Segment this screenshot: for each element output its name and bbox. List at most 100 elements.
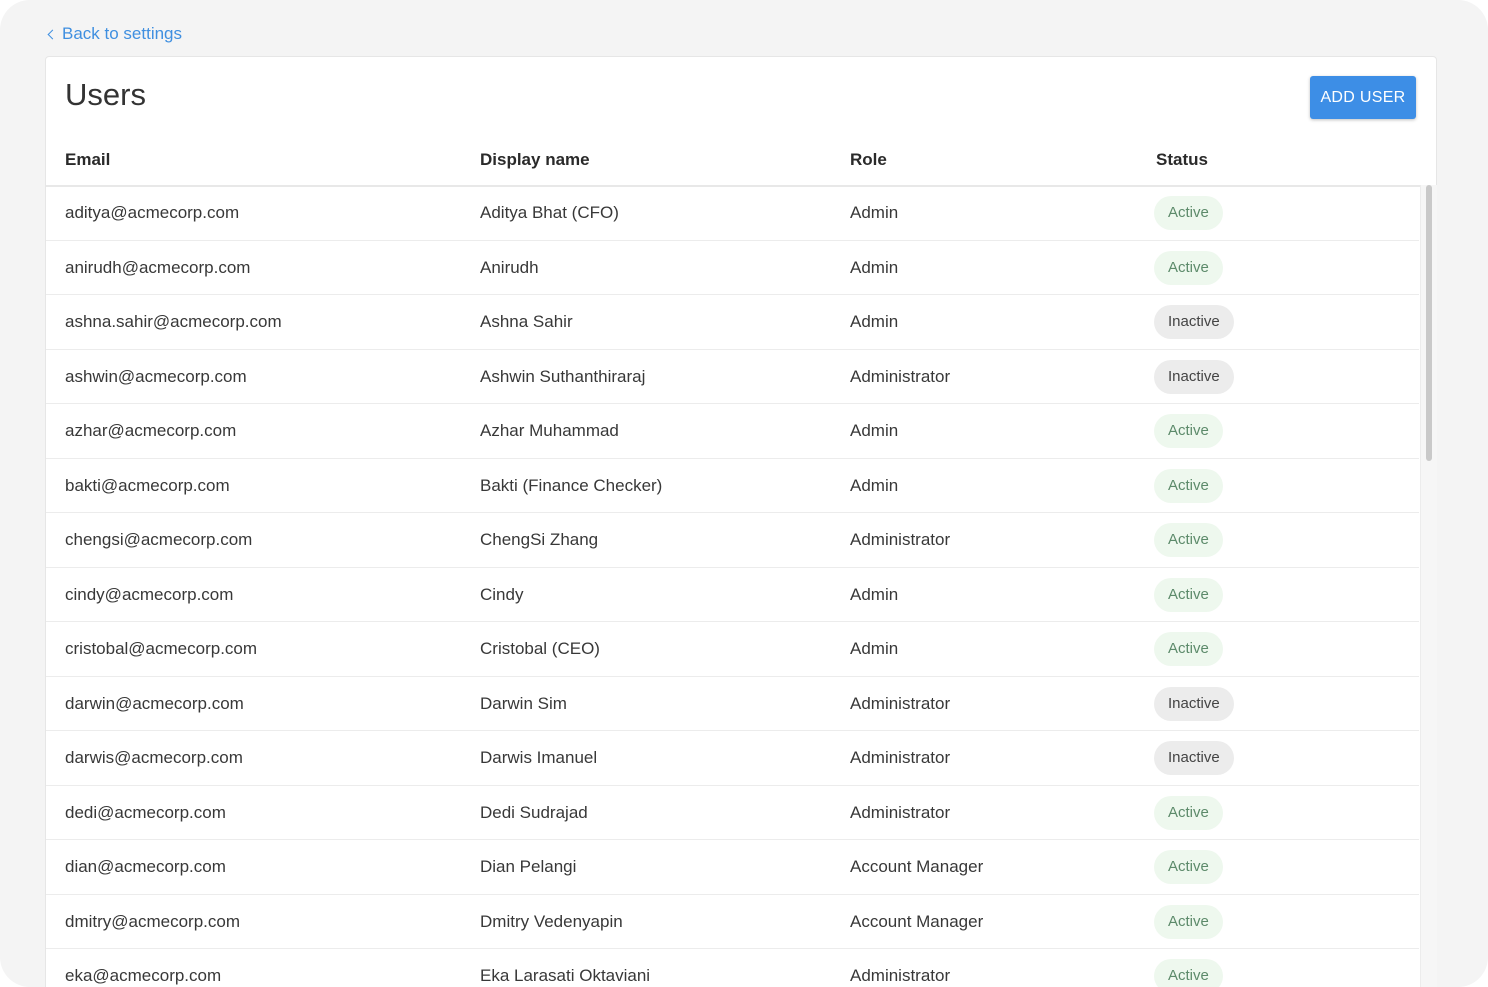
cell-role: Admin xyxy=(850,584,899,604)
cell-role: Administrator xyxy=(850,748,951,767)
status-badge: Active xyxy=(1154,468,1223,503)
cell-display-name: Cindy xyxy=(480,584,524,604)
cell-email: dian@acmecorp.com xyxy=(65,857,226,876)
cell-display-name: Dian Pelangi xyxy=(480,857,577,876)
table-row[interactable]: eka@acmecorp.com Eka Larasati Oktaviani Ad… xyxy=(46,949,1419,987)
chevron-left-icon xyxy=(47,29,58,40)
cell-email: ashwin@acmecorp.com xyxy=(65,366,247,386)
cell-status: Active xyxy=(1154,577,1223,612)
table-row[interactable]: aditya@acmecorp.com Aditya Bhat (CFO) Admi… xyxy=(46,186,1419,241)
table-row[interactable]: cristobal@acmecorp.com Cristobal (CEO) Adm… xyxy=(46,622,1419,677)
status-badge: Active xyxy=(1154,414,1223,448)
cell-email: darwin@acmecorp.com xyxy=(65,693,244,713)
cell-status: Inactive xyxy=(1154,686,1234,721)
cell-status: Active xyxy=(1154,850,1223,884)
cell-display-name: Darwin Sim xyxy=(480,693,567,713)
status-badge: Active xyxy=(1154,196,1223,230)
cell-role: Admin xyxy=(850,421,899,440)
cell-status: Active xyxy=(1154,904,1223,939)
cell-email: azhar@acmecorp.com xyxy=(65,421,237,440)
cell-display-name: Dmitry Vedenyapin xyxy=(480,911,623,931)
column-header-email[interactable]: Email xyxy=(65,150,110,170)
cell-display-name: Dedi Sudrajad xyxy=(480,802,588,822)
app-frame: Back to settings Users ADD USER Email Di… xyxy=(0,0,1488,987)
status-badge: Active xyxy=(1154,850,1223,884)
cell-display-name: Bakti (Finance Checker) xyxy=(480,475,663,495)
table-header: Email Display name Role Status xyxy=(46,131,1436,187)
cell-status: Active xyxy=(1154,196,1223,230)
cell-role: Administrator xyxy=(850,966,951,985)
page-title: Users xyxy=(65,77,146,112)
column-header-role[interactable]: Role xyxy=(850,150,887,170)
table-row[interactable]: bakti@acmecorp.com Bakti (Finance Checker… xyxy=(46,459,1419,513)
cell-status: Active xyxy=(1154,250,1223,285)
users-table-body: aditya@acmecorp.com Aditya Bhat (CFO) Admi… xyxy=(46,186,1419,987)
status-badge: Active xyxy=(1154,795,1223,830)
table-row[interactable]: azhar@acmecorp.com Azhar Muhammad Admin Act… xyxy=(46,404,1419,459)
cell-display-name: Azhar Muhammad xyxy=(480,421,619,440)
status-badge: Active xyxy=(1154,904,1223,939)
cell-status: Active xyxy=(1154,632,1223,666)
status-badge: Inactive xyxy=(1154,686,1234,721)
table-scrollbar[interactable] xyxy=(1420,185,1437,987)
cell-email: dmitry@acmecorp.com xyxy=(65,911,241,931)
cell-status: Inactive xyxy=(1154,305,1234,339)
cell-email: darwis@acmecorp.com xyxy=(65,748,243,767)
cell-display-name: Ashna Sahir xyxy=(480,312,573,331)
cell-email: aditya@acmecorp.com xyxy=(65,203,240,222)
cell-role: Admin xyxy=(850,639,899,658)
column-header-display-name[interactable]: Display name xyxy=(480,150,590,170)
cell-status: Active xyxy=(1154,468,1223,503)
status-badge: Inactive xyxy=(1154,359,1234,394)
cell-status: Active xyxy=(1154,414,1223,448)
table-row[interactable]: ashna.sahir@acmecorp.com Ashna Sahir Admin… xyxy=(46,295,1419,350)
status-badge: Inactive xyxy=(1154,741,1234,775)
cell-role: Administrator xyxy=(850,366,951,386)
cell-status: Inactive xyxy=(1154,359,1234,394)
users-card: Users ADD USER Email Display name Role S… xyxy=(45,56,1437,987)
table-row[interactable]: ashwin@acmecorp.com Ashwin Suthanthiraraj… xyxy=(46,350,1419,404)
status-badge: Active xyxy=(1154,632,1223,666)
cell-role: Admin xyxy=(850,475,899,495)
status-badge: Active xyxy=(1154,523,1223,557)
cell-display-name: Aditya Bhat (CFO) xyxy=(480,203,619,222)
table-row[interactable]: darwin@acmecorp.com Darwin Sim Administrat… xyxy=(46,677,1419,731)
cell-display-name: Eka Larasati Oktaviani xyxy=(480,966,651,985)
status-badge: Active xyxy=(1154,577,1223,612)
cell-role: Administrator xyxy=(850,530,951,549)
table-row[interactable]: cindy@acmecorp.com Cindy Admin Active xyxy=(46,568,1419,622)
cell-display-name: Darwis Imanuel xyxy=(480,748,598,767)
table-row[interactable]: anirudh@acmecorp.com Anirudh Admin Active xyxy=(46,241,1419,295)
table-row[interactable]: darwis@acmecorp.com Darwis Imanuel Adminis… xyxy=(46,731,1419,786)
cell-role: Account Manager xyxy=(850,911,984,931)
table-row[interactable]: chengsi@acmecorp.com ChengSi Zhang Adminis… xyxy=(46,513,1419,568)
cell-role: Admin xyxy=(850,312,899,331)
cell-display-name: Anirudh xyxy=(480,257,539,277)
table-row[interactable]: dedi@acmecorp.com Dedi Sudrajad Administra… xyxy=(46,786,1419,840)
cell-status: Inactive xyxy=(1154,741,1234,775)
table-row[interactable]: dian@acmecorp.com Dian Pelangi Account Man… xyxy=(46,840,1419,895)
cell-email: cindy@acmecorp.com xyxy=(65,584,234,604)
cell-role: Account Manager xyxy=(850,857,984,876)
cell-display-name: Ashwin Suthanthiraraj xyxy=(480,366,646,386)
add-user-button[interactable]: ADD USER xyxy=(1310,76,1416,119)
cell-display-name: Cristobal (CEO) xyxy=(480,639,600,658)
cell-status: Active xyxy=(1154,959,1223,987)
back-link-label: Back to settings xyxy=(62,24,183,43)
back-to-settings-link[interactable]: Back to settings xyxy=(47,24,183,44)
column-header-status[interactable]: Status xyxy=(1156,150,1208,170)
cell-email: dedi@acmecorp.com xyxy=(65,802,226,822)
table-row[interactable]: dmitry@acmecorp.com Dmitry Vedenyapin Acco… xyxy=(46,895,1419,949)
cell-email: anirudh@acmecorp.com xyxy=(65,257,251,277)
cell-email: eka@acmecorp.com xyxy=(65,966,222,985)
cell-status: Active xyxy=(1154,523,1223,557)
status-badge: Active xyxy=(1154,959,1223,987)
cell-email: chengsi@acmecorp.com xyxy=(65,530,253,549)
status-badge: Active xyxy=(1154,250,1223,285)
cell-email: cristobal@acmecorp.com xyxy=(65,639,258,658)
scrollbar-thumb[interactable] xyxy=(1426,185,1432,461)
cell-email: ashna.sahir@acmecorp.com xyxy=(65,312,282,331)
cell-email: bakti@acmecorp.com xyxy=(65,475,230,495)
status-badge: Inactive xyxy=(1154,305,1234,339)
cell-display-name: ChengSi Zhang xyxy=(480,530,599,549)
